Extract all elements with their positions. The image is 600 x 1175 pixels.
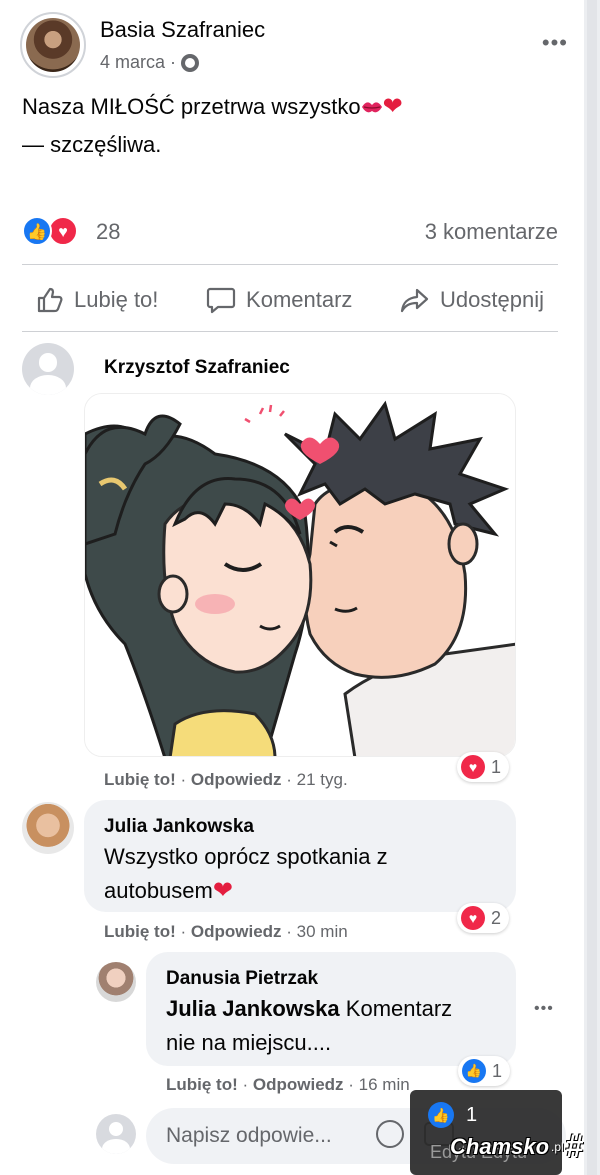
post-author-name[interactable]: Basia Szafraniec — [100, 17, 265, 43]
globe-icon — [181, 53, 200, 72]
comment-time[interactable]: 30 min — [297, 922, 348, 941]
comment-text-line1: Komentarz — [345, 996, 453, 1021]
heart-icon: ❤ — [382, 93, 403, 120]
comment-meta: Lubię to! · Odpowiedz · 21 tyg. — [104, 770, 348, 789]
reply-placeholder: Napisz odpowie... — [166, 1124, 332, 1147]
comment-reaction-pill[interactable]: ♥ 2 — [457, 903, 510, 933]
heart-icon: ♥ — [461, 755, 485, 779]
comment-text-line2: autobusem — [104, 878, 213, 903]
comment-text: Wszystko oprócz spotkania z autobusem❤ — [104, 840, 388, 908]
watermark-hash-icon: # — [565, 1128, 584, 1164]
commenter-avatar[interactable] — [96, 962, 136, 1002]
comment-reaction-count: 2 — [491, 907, 502, 928]
post-header: Basia Szafraniec 4 marca · ••• — [20, 12, 580, 82]
comment-author[interactable]: Julia Jankowska — [104, 816, 254, 838]
comment-reply-link[interactable]: Odpowiedz — [253, 1075, 344, 1094]
comment-time[interactable]: 21 tyg. — [297, 770, 348, 789]
post-meta: 4 marca · — [100, 52, 200, 73]
meta-separator: · — [170, 52, 177, 72]
comments-count[interactable]: 3 komentarze — [425, 219, 558, 245]
sticker-image[interactable] — [84, 393, 516, 757]
comment-meta: Lubię to! · Odpowiedz · 16 min — [166, 1075, 410, 1094]
comment-meta: Lubię to! · Odpowiedz · 30 min — [104, 922, 348, 941]
comment-mention[interactable]: Julia Jankowska — [166, 996, 340, 1021]
heart-icon: ♥ — [48, 216, 78, 246]
reaction-count[interactable]: 28 — [96, 219, 120, 245]
divider — [22, 331, 558, 332]
comment-like-link[interactable]: Lubię to! — [104, 770, 176, 789]
overlay-count: 1 — [466, 1104, 478, 1126]
share-button-label: Udostępnij — [440, 287, 544, 312]
watermark-suffix: .pl — [551, 1139, 564, 1154]
comment-button[interactable]: Komentarz — [192, 286, 366, 314]
like-button[interactable]: Lubię to! — [22, 286, 172, 314]
author-avatar[interactable] — [20, 12, 86, 78]
comment-like-link[interactable]: Lubię to! — [104, 922, 176, 941]
couple-sticker-illustration — [85, 394, 515, 756]
comment-icon — [206, 287, 236, 314]
heart-icon: ❤ — [212, 877, 233, 904]
action-bar: Lubię to! Komentarz Udostępnij — [22, 270, 558, 330]
comment-text-line2: nie na miejscu.... — [166, 1030, 332, 1055]
post-date[interactable]: 4 marca — [100, 52, 165, 73]
share-arrow-icon — [400, 288, 429, 313]
comment-text-line1: Wszystko oprócz spotkania z — [104, 844, 388, 869]
emoji-icon[interactable] — [376, 1120, 404, 1148]
more-icon[interactable]: ••• — [542, 30, 568, 56]
thumbs-up-icon: 👍 — [22, 216, 52, 246]
comment-text: Julia Jankowska Komentarz nie na miejscu… — [166, 992, 452, 1060]
commenter-avatar[interactable] — [22, 343, 74, 395]
comment-button-label: Komentarz — [246, 287, 353, 312]
post-text-line2: — szczęśliwa. — [22, 132, 162, 157]
comment-author[interactable]: Krzysztof Szafraniec — [104, 357, 290, 379]
thumbs-up-icon: 👍 — [462, 1059, 486, 1083]
commenter-avatar[interactable] — [22, 802, 74, 854]
comment-time[interactable]: 16 min — [359, 1075, 410, 1094]
current-user-avatar — [96, 1114, 136, 1154]
post-text: Nasza MIŁOŚĆ przetrwa wszystko ❤ — szczęś… — [22, 88, 562, 164]
comment-reply-link[interactable]: Odpowiedz — [191, 770, 282, 789]
watermark: Chamsko .pl # — [450, 1128, 584, 1165]
comment-author[interactable]: Danusia Pietrzak — [166, 968, 318, 990]
comment-reaction-count: 1 — [492, 1060, 503, 1081]
comment-more-icon[interactable]: ••• — [534, 1000, 554, 1018]
watermark-text: Chamsko — [450, 1133, 550, 1159]
reactions-summary[interactable]: 👍 ♥ 28 3 komentarze — [22, 212, 558, 252]
heart-icon: ♥ — [461, 906, 485, 930]
kiss-mark-icon — [361, 102, 382, 113]
share-button[interactable]: Udostępnij — [386, 286, 558, 314]
post-text-line1: Nasza MIŁOŚĆ przetrwa wszystko — [22, 94, 361, 119]
scrollbar[interactable] — [584, 0, 600, 1175]
divider — [22, 264, 558, 265]
comment-reply-link[interactable]: Odpowiedz — [191, 922, 282, 941]
comment-reaction-count: 1 — [491, 756, 502, 777]
like-button-label: Lubię to! — [74, 287, 159, 312]
scrollbar-thumb[interactable] — [587, 0, 597, 1175]
comment-reaction-pill[interactable]: ♥ 1 — [457, 752, 510, 782]
thumbs-up-icon: 👍 — [428, 1102, 454, 1128]
thumbs-up-icon — [37, 287, 63, 313]
comment-like-link[interactable]: Lubię to! — [166, 1075, 238, 1094]
comment-reaction-pill[interactable]: 👍 1 — [458, 1056, 511, 1086]
